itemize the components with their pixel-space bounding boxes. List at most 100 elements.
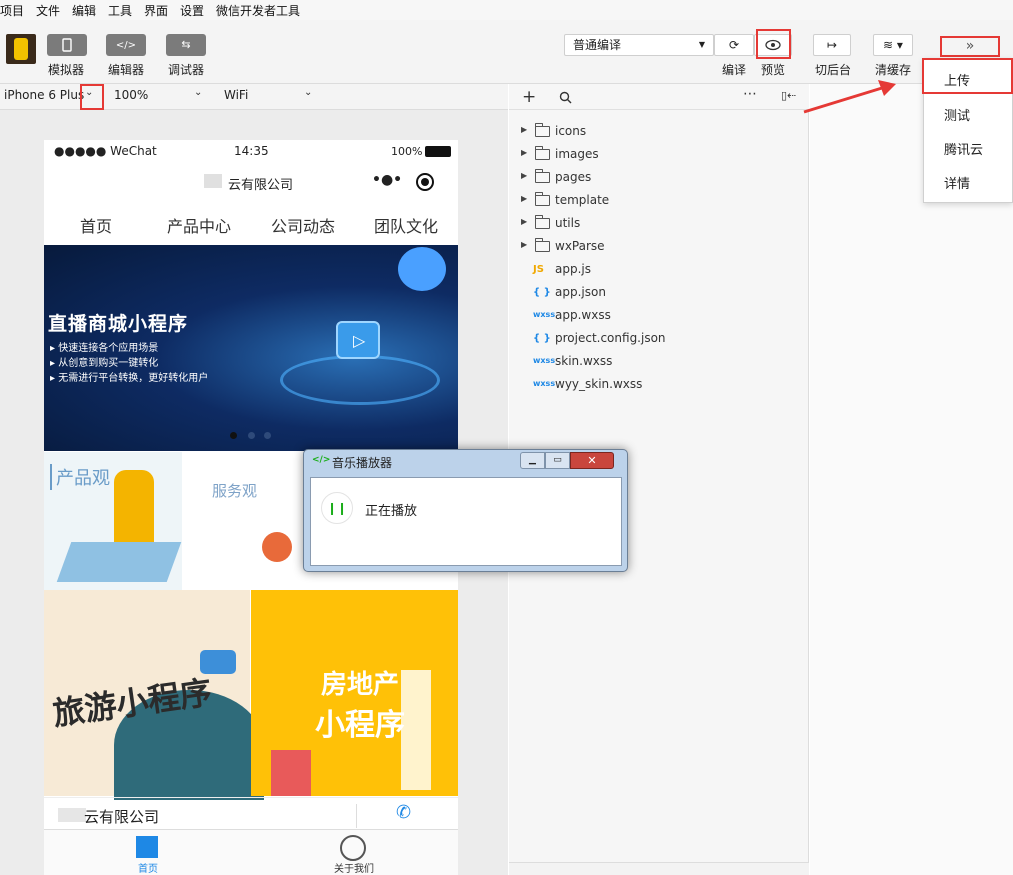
tab-home[interactable]: 首页 [80, 213, 112, 237]
folder-item[interactable]: ▶ pages [509, 167, 809, 189]
simulator-button[interactable] [47, 34, 87, 56]
plus-icon[interactable]: + [522, 87, 536, 107]
file-item[interactable]: { } app.json [509, 282, 809, 304]
menu-project[interactable]: 项目 [0, 2, 24, 19]
collapse-icon[interactable]: ▯⇠ [781, 89, 796, 102]
chevron-right-icon: ▶ [521, 125, 528, 134]
editor-button[interactable]: </> [106, 34, 146, 56]
avatar[interactable] [6, 34, 36, 64]
menu-edit[interactable]: 编辑 [72, 2, 96, 19]
close-miniprogram-icon[interactable] [416, 173, 434, 191]
blurred-logo [204, 174, 222, 188]
file-item[interactable]: wxss skin.wxss [509, 351, 809, 373]
compile-label: 编译 [722, 63, 747, 77]
phone-icon [62, 38, 72, 52]
debugger-button[interactable]: ⇆ [166, 34, 206, 56]
toolbar: 模拟器 </> 编辑器 ⇆ 调试器 普通编译 ▼ ⟳ 编译 预览 ↦ 切后台 ≋… [0, 20, 1013, 84]
tv-icon: ▷ [336, 321, 380, 359]
wxss-file-icon: wxss [533, 310, 556, 319]
menu-settings[interactable]: 设置 [180, 2, 204, 19]
compile-button[interactable]: ⟳ [714, 34, 754, 56]
minimize-icon[interactable]: ▁ [520, 452, 545, 469]
folder-icon [534, 238, 550, 252]
user-icon[interactable] [340, 835, 366, 861]
file-item[interactable]: wxss wyy_skin.wxss [509, 374, 809, 396]
banner-carousel[interactable]: 直播商城小程序 ▸ 快速连接各个应用场景 ▸ 从创意到购买一键转化 ▸ 无需进行… [44, 245, 458, 451]
background-button[interactable]: ↦ [813, 34, 851, 56]
menu-wechat-devtools[interactable]: 微信开发者工具 [216, 2, 300, 19]
close-icon[interactable]: ✕ [570, 452, 614, 469]
menu-view[interactable]: 界面 [144, 2, 168, 19]
tile-travel[interactable]: 旅游小程序 [44, 590, 264, 800]
compile-mode-select[interactable]: 普通编译 ▼ [564, 34, 714, 56]
preview-label: 预览 [761, 63, 786, 77]
compile-mode-value: 普通编译 [573, 38, 622, 52]
search-icon[interactable] [559, 91, 572, 104]
home-icon[interactable] [136, 836, 158, 858]
chevron-right-icon: ▶ [521, 217, 528, 226]
more-icon[interactable]: ⋯ [743, 86, 757, 102]
carousel-dot[interactable] [248, 432, 255, 439]
footer-bar: 云有限公司 ✆ [44, 797, 458, 829]
bottom-tab-about[interactable]: 关于我们 [334, 860, 374, 875]
chevron-down-icon[interactable]: ⌄ [304, 87, 312, 98]
chevron-right-icon: ▶ [521, 194, 528, 203]
carrier-label: ●●●●● WeChat [54, 144, 157, 158]
tile-service-view[interactable]: 服务观 [182, 452, 322, 590]
nav-bar: 云有限公司 •●• [44, 162, 458, 202]
tab-news[interactable]: 公司动态 [271, 213, 335, 237]
phone-call-icon[interactable]: ✆ [396, 802, 411, 823]
file-item[interactable]: { } project.config.json [509, 328, 809, 350]
debugger-label: 调试器 [168, 63, 205, 77]
file-item[interactable]: wxss app.wxss [509, 305, 809, 327]
tile-product-view[interactable]: 产品观 [44, 452, 182, 590]
bottom-panel-strip [509, 862, 809, 875]
folder-icon [534, 215, 550, 229]
chevron-down-icon[interactable]: ⌄ [194, 87, 202, 98]
banner-line: ▸ 无需进行平台转换，更好转化用户 [50, 373, 209, 384]
carousel-dot-active[interactable] [230, 432, 237, 439]
maximize-icon[interactable]: ▭ [545, 452, 570, 469]
js-file-icon: JS [533, 264, 544, 275]
editor-label: 编辑器 [108, 63, 145, 77]
banner-line: ▸ 快速连接各个应用场景 [50, 343, 159, 354]
folder-item[interactable]: ▶ images [509, 144, 809, 166]
file-item[interactable]: JS app.js [509, 259, 809, 281]
preview-highlight [756, 29, 791, 59]
zoom-select[interactable]: 100% [114, 88, 148, 102]
carousel-dot[interactable] [264, 432, 271, 439]
tab-culture[interactable]: 团队文化 [374, 213, 438, 237]
floating-badge-icon[interactable] [398, 247, 446, 291]
folder-item[interactable]: ▶ utils [509, 213, 809, 235]
building-illustration [271, 750, 311, 796]
menu-item-test[interactable]: 测试 [944, 105, 970, 124]
more-icon[interactable]: •●• [372, 172, 402, 194]
bus-icon [200, 650, 236, 674]
folder-icon [534, 146, 550, 160]
folder-item[interactable]: ▶ template [509, 190, 809, 212]
menu-bar: 项目 文件 编辑 工具 界面 设置 微信开发者工具 [0, 0, 1013, 20]
tab-products[interactable]: 产品中心 [167, 213, 231, 237]
bottom-tab-home[interactable]: 首页 [138, 860, 158, 875]
music-player-window: </> 音乐播放器 ▁ ▭ ✕ ❙❙ 正在播放 [303, 449, 628, 572]
network-select[interactable]: WiFi [224, 88, 248, 102]
upload-highlight [922, 58, 1013, 94]
folder-item[interactable]: ▶ icons [509, 121, 809, 143]
tile-realestate[interactable]: 房地产 小程序 [251, 590, 458, 796]
clear-cache-button[interactable]: ≋ ▾ [873, 34, 913, 56]
menu-item-details[interactable]: 详情 [944, 173, 970, 192]
device-select[interactable]: iPhone 6 Plus [4, 88, 84, 102]
menu-tools[interactable]: 工具 [108, 2, 132, 19]
blurred-logo [58, 808, 86, 822]
folder-item[interactable]: ▶ wxParse [509, 236, 809, 258]
code-icon: </> [115, 40, 137, 51]
menu-file[interactable]: 文件 [36, 2, 60, 19]
json-file-icon: { } [533, 287, 551, 298]
platform-ring [280, 355, 440, 405]
book-illustration [56, 542, 182, 582]
menu-item-tencent-cloud[interactable]: 腾讯云 [944, 139, 983, 158]
chevron-right-icon: ▶ [521, 240, 528, 249]
pause-icon[interactable]: ❙❙ [321, 492, 353, 524]
tile-service-view-label: 服务观 [212, 482, 258, 500]
clear-cache-label: 清缓存 [875, 63, 912, 77]
